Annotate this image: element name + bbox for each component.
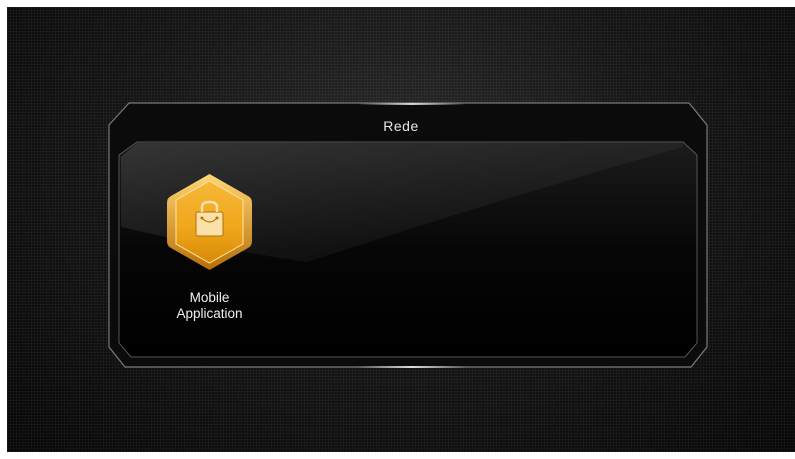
- tv-screen: Rede Mobile Application: [7, 7, 795, 452]
- app-label: Mobile Application: [157, 290, 262, 322]
- dialog-title: Rede: [383, 118, 419, 134]
- shopping-bag-icon: [167, 174, 252, 270]
- app-tile-mobile-application[interactable]: Mobile Application: [157, 172, 262, 332]
- app-label-line2: Application: [176, 306, 243, 321]
- dialog-frame: [108, 102, 708, 368]
- app-label-line1: Mobile: [189, 290, 230, 305]
